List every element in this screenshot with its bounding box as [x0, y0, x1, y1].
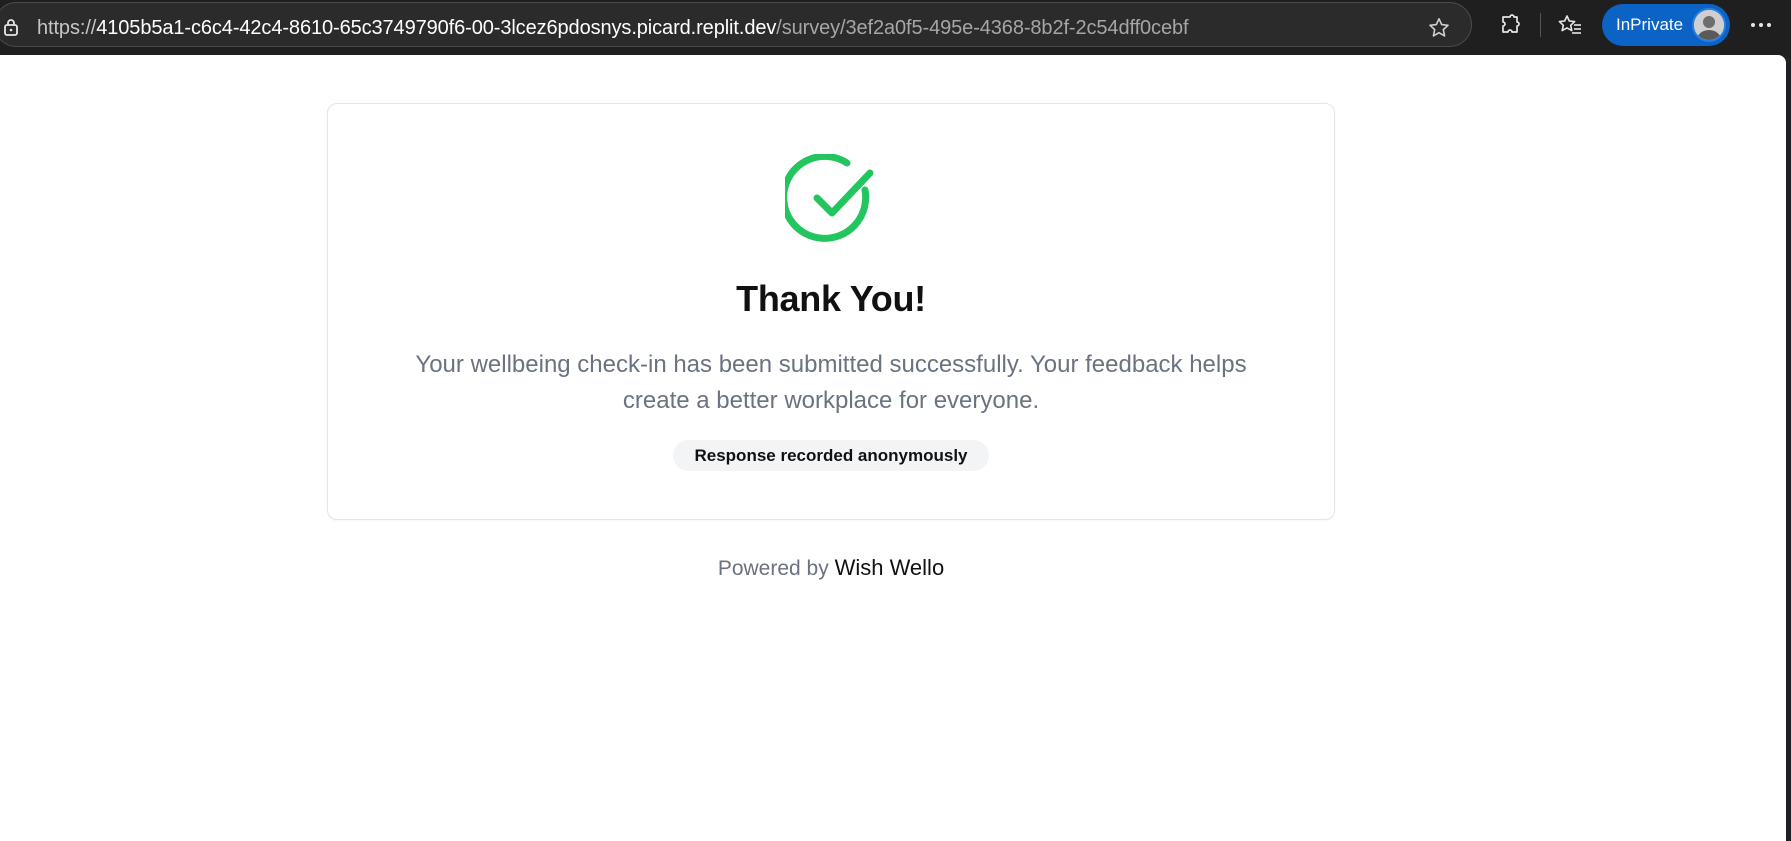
favorites-icon[interactable]: [1556, 11, 1584, 39]
confirmation-card: Thank You! Your wellbeing check-in has b…: [327, 103, 1335, 520]
browser-toolbar: https://4105b5a1-c6c4-42c4-8610-65c37497…: [0, 0, 1791, 55]
page-title: Thank You!: [736, 278, 926, 319]
star-icon[interactable]: [1427, 16, 1451, 40]
check-circle-icon: [780, 152, 879, 248]
footer-brand: Wish Wello: [834, 555, 945, 580]
anonymous-badge: Response recorded anonymously: [673, 440, 989, 471]
page-viewport: Thank You! Your wellbeing check-in has b…: [0, 55, 1786, 841]
url-host: 4105b5a1-c6c4-42c4-8610-65c3749790f6-00-…: [96, 17, 777, 39]
extensions-icon[interactable]: [1496, 11, 1524, 39]
lock-icon[interactable]: [3, 18, 19, 36]
footer-prefix: Powered by: [717, 557, 829, 580]
address-bar[interactable]: https://4105b5a1-c6c4-42c4-8610-65c37497…: [0, 2, 1472, 47]
toolbar-divider: [1540, 13, 1541, 37]
url-text[interactable]: https://4105b5a1-c6c4-42c4-8610-65c37497…: [37, 16, 1189, 40]
inprivate-label: InPrivate: [1616, 15, 1684, 34]
confirmation-message: Your wellbeing check-in has been submitt…: [415, 351, 1247, 414]
window-edge: [1786, 55, 1791, 841]
url-path: /survey/3ef2a0f5-495e-4368-8b2f-2c54dff0…: [776, 17, 1189, 39]
avatar: [1692, 8, 1726, 42]
footer: Powered by Wish Wello: [327, 554, 1335, 583]
more-icon[interactable]: [1746, 12, 1776, 38]
inprivate-button[interactable]: InPrivate: [1602, 4, 1730, 46]
url-scheme: https://: [37, 17, 97, 39]
